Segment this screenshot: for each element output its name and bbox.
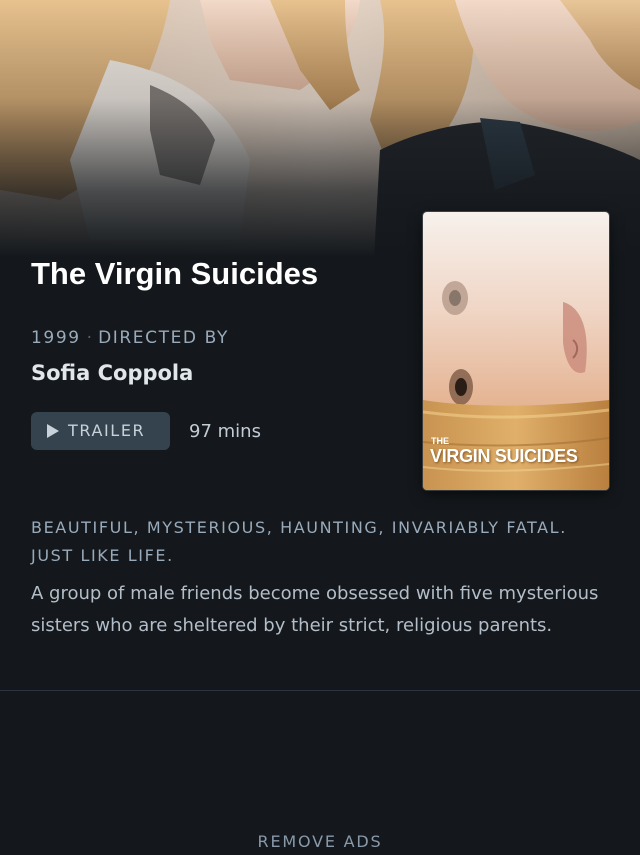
- film-tagline: BEAUTIFUL, MYSTERIOUS, HAUNTING, INVARIA…: [31, 518, 567, 565]
- remove-ads-link[interactable]: REMOVE ADS: [0, 831, 640, 853]
- poster-title: VIRGIN SUICIDES: [430, 446, 578, 466]
- film-title: The Virgin Suicides: [31, 256, 319, 291]
- film-year[interactable]: 1999: [31, 328, 81, 348]
- section-divider: [0, 690, 640, 691]
- directed-by-label: DIRECTED BY: [98, 328, 229, 348]
- play-icon: [47, 424, 59, 438]
- film-synopsis: A group of male friends become obsessed …: [31, 583, 599, 636]
- trailer-button[interactable]: TRAILER: [31, 412, 170, 450]
- separator-dot: ·: [86, 328, 93, 348]
- film-poster[interactable]: THE VIRGIN SUICIDES: [423, 212, 609, 490]
- director-link[interactable]: Sofia Coppola: [31, 359, 193, 387]
- film-meta: 1999 · DIRECTED BY: [31, 327, 229, 349]
- runtime: 97 mins: [189, 421, 261, 442]
- film-detail-screen: The Virgin Suicides 1999 · DIRECTED BY Sof…: [0, 0, 640, 855]
- trailer-label: TRAILER: [68, 421, 146, 440]
